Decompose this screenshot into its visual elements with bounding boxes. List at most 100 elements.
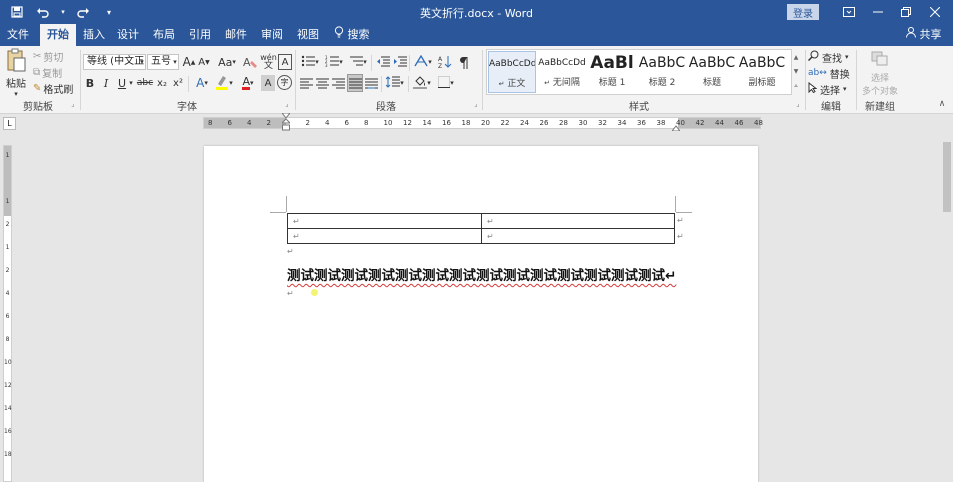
body-text-line[interactable]: 测试测试测试测试测试测试测试测试测试测试测试测试测试测试↵ — [287, 264, 676, 284]
align-left-icon[interactable] — [299, 75, 314, 91]
cursor-arrow-icon — [808, 81, 818, 96]
justify-icon[interactable] — [347, 74, 363, 92]
tab-view[interactable]: 视图 — [294, 24, 322, 46]
paragraph-launcher-icon[interactable]: ⌟ — [472, 100, 480, 108]
decrease-indent-icon[interactable] — [375, 54, 390, 70]
tab-file[interactable]: 文件 — [4, 24, 32, 46]
para-row-divider — [381, 76, 382, 92]
character-shading-button[interactable]: A — [261, 75, 275, 91]
right-indent-marker-icon[interactable] — [670, 121, 682, 132]
show-formatting-marks-icon[interactable] — [456, 54, 472, 70]
share-button[interactable]: 共享 — [906, 24, 942, 46]
ribbon-display-options-icon[interactable] — [835, 2, 863, 22]
table-cell[interactable]: ↵ — [287, 228, 482, 244]
tab-design[interactable]: 设计 — [114, 24, 142, 46]
line-spacing-button[interactable]: ▾ — [384, 75, 406, 91]
restore-icon[interactable] — [892, 2, 920, 22]
copy-icon: ⧉ — [33, 67, 41, 78]
underline-dropdown-icon[interactable]: ▾ — [128, 75, 134, 91]
ruler-tick-label: 6 — [227, 119, 232, 127]
close-icon[interactable] — [921, 2, 949, 22]
indent-marker-icon[interactable] — [280, 112, 292, 133]
tab-layout[interactable]: 布局 — [150, 24, 178, 46]
group-divider — [482, 50, 483, 110]
enclose-characters-button[interactable]: 字 — [277, 75, 292, 90]
change-case-button[interactable]: Aa ▾ — [216, 54, 238, 70]
text-effects-button[interactable]: A ▾ — [192, 75, 212, 91]
tell-me-search[interactable]: 搜索 — [334, 24, 370, 46]
sign-in-button[interactable]: 登录 — [787, 4, 819, 20]
styles-scroll-up-icon[interactable]: ▲ — [792, 50, 800, 64]
table-cell[interactable]: ↵ — [481, 228, 675, 244]
ruler-tick-label: 6 — [5, 313, 10, 320]
styles-scroll-down-icon[interactable]: ▼ — [792, 64, 800, 78]
font-color-button[interactable]: A ▾ — [237, 75, 259, 91]
select-objects-icon — [870, 50, 890, 71]
tab-selector[interactable]: L — [3, 117, 16, 130]
tab-mailings[interactable]: 邮件 — [222, 24, 250, 46]
font-name-box[interactable]: 等线 (中文正 — [83, 54, 146, 70]
styles-more-icon[interactable]: ⩡ — [792, 78, 800, 94]
superscript-button[interactable]: x² — [171, 75, 185, 91]
character-border-button[interactable]: A — [278, 54, 292, 70]
underline-button[interactable]: U — [116, 75, 128, 91]
clear-formatting-icon[interactable]: A — [243, 54, 257, 70]
chinese-layout-button[interactable]: ▾ — [412, 54, 434, 70]
tab-review[interactable]: 审阅 — [258, 24, 286, 46]
collapse-ribbon-icon[interactable]: ∧ — [936, 98, 948, 110]
bullets-button[interactable]: ▾ — [299, 54, 321, 70]
tab-home[interactable]: 开始 — [40, 24, 76, 46]
style-heading-1-sample: AaBl — [590, 53, 634, 73]
grow-font-icon[interactable]: A ▲ — [182, 54, 196, 70]
font-size-dropdown-icon[interactable]: ▾ — [171, 55, 179, 69]
strikethrough-button[interactable]: abc — [137, 75, 153, 91]
document-page[interactable]: ↵ ↵ ↵ ↵ ↵ ↵ ↵ 测试测试测试测试测试测试测试测试测试测试测试测试测试… — [204, 146, 758, 482]
vertical-scrollbar[interactable] — [941, 132, 953, 482]
bold-button[interactable]: B — [84, 75, 96, 91]
select-button[interactable]: 选择 ▾ — [808, 81, 847, 97]
increase-indent-icon[interactable] — [392, 54, 407, 70]
numbering-button[interactable]: 1 2 3 ▾ — [323, 54, 345, 70]
align-right-icon[interactable] — [331, 75, 346, 91]
align-center-icon[interactable] — [315, 75, 330, 91]
italic-button[interactable]: I — [100, 75, 112, 91]
multilevel-list-button[interactable]: ▾ — [347, 54, 369, 70]
clipboard-launcher-icon[interactable]: ⌟ — [69, 100, 77, 108]
style-normal[interactable]: AaBbCcDd ↵ 正文 — [488, 51, 536, 93]
table-cell[interactable]: ↵ — [481, 213, 675, 229]
style-heading-2[interactable]: AaBbC 标题 2 — [638, 51, 686, 93]
distributed-icon[interactable] — [364, 75, 379, 91]
style-heading-1[interactable]: AaBl 标题 1 — [588, 51, 636, 93]
replace-button[interactable]: ab↔ 替换 — [808, 66, 850, 81]
ruler-tick-label: 2 — [5, 221, 10, 228]
highlight-button[interactable]: ▾ — [213, 75, 235, 91]
tab-references[interactable]: 引用 — [186, 24, 214, 46]
scrollbar-thumb[interactable] — [943, 142, 951, 212]
shading-button[interactable]: ▾ — [411, 75, 433, 91]
paste-button[interactable]: 粘贴 ▾ — [4, 48, 28, 98]
copy-button[interactable]: ⧉ 复制 — [33, 66, 62, 80]
sort-icon[interactable]: AZ — [436, 54, 454, 70]
subscript-button[interactable]: x₂ — [155, 75, 169, 91]
minimize-icon[interactable] — [864, 2, 892, 22]
format-painter-label: 格式刷 — [43, 85, 74, 96]
styles-launcher-icon[interactable]: ⌟ — [794, 100, 802, 108]
font-name-dropdown-icon[interactable]: ▾ — [138, 55, 146, 69]
phonetic-guide-button[interactable]: wén 文 — [260, 54, 277, 71]
shrink-font-icon[interactable]: A ▼ — [197, 54, 211, 70]
find-button[interactable]: 查找 ▾ — [807, 50, 849, 65]
style-subtitle[interactable]: AaBbC 副标题 — [738, 51, 786, 93]
table-cell[interactable]: ↵ — [287, 213, 482, 229]
borders-button[interactable]: ▾ — [435, 75, 457, 91]
ruler-tick-label: 12 — [4, 382, 12, 389]
style-no-spacing[interactable]: AaBbCcDd ↵ 无间隔 — [538, 51, 586, 93]
format-painter-button[interactable]: ✎ 格式刷 — [33, 82, 74, 96]
vertical-ruler[interactable]: 1 1 2 1 2 4 6 8 10 12 14 16 18 — [3, 145, 12, 482]
cut-button[interactable]: ✂ 剪切 — [33, 50, 63, 64]
select-multiple-objects-button[interactable]: 选择 多个对象 — [860, 50, 900, 97]
document-table[interactable]: ↵ ↵ ↵ ↵ — [287, 213, 675, 244]
tab-insert[interactable]: 插入 — [80, 24, 108, 46]
font-launcher-icon[interactable]: ⌟ — [283, 100, 291, 108]
para-row-divider — [409, 55, 410, 71]
style-title[interactable]: AaBbC 标题 — [688, 51, 736, 93]
